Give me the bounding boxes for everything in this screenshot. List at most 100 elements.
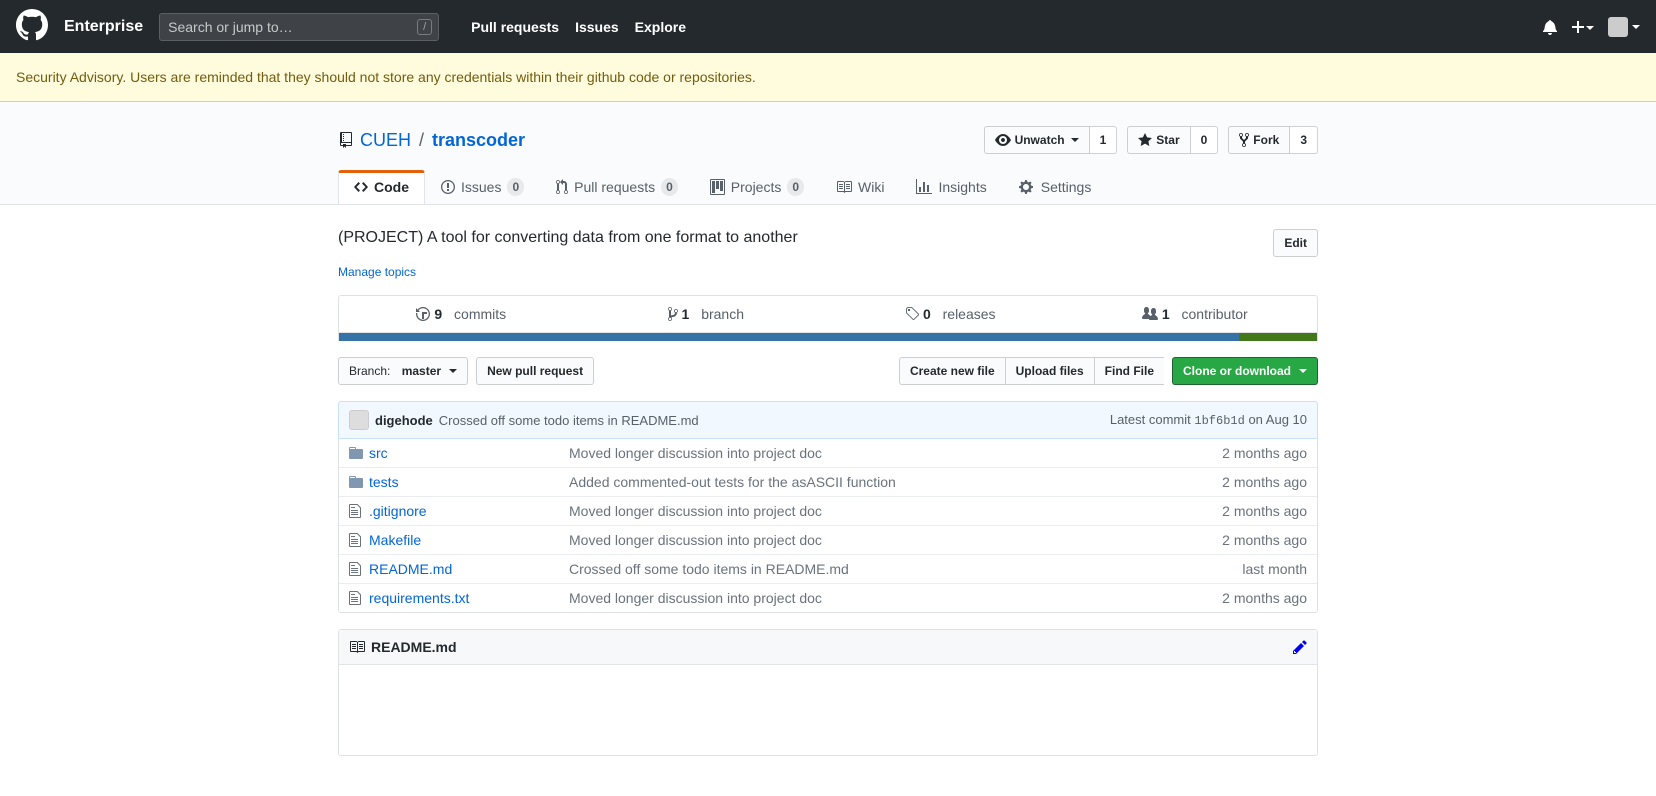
- star-count[interactable]: 0: [1191, 126, 1219, 154]
- repo-nav: Code Issues 0 Pull requests 0 Projects 0…: [338, 170, 1318, 204]
- branches-stat[interactable]: 1 branch: [584, 296, 829, 332]
- star-icon: [1138, 132, 1152, 148]
- file-text-icon: [349, 503, 361, 519]
- avatar: [1608, 17, 1628, 37]
- star-button[interactable]: Star: [1127, 126, 1190, 154]
- table-row: README.md Crossed off some todo items in …: [339, 554, 1317, 583]
- plus-icon: [1572, 19, 1584, 35]
- commits-stat[interactable]: 9 commits: [339, 296, 584, 332]
- repo-owner-link[interactable]: CUEH: [360, 130, 411, 151]
- file-age: 2 months ago: [1222, 503, 1307, 519]
- commit-author[interactable]: digehode: [375, 413, 433, 428]
- table-row: requirements.txt Moved longer discussion …: [339, 583, 1317, 612]
- commit-message[interactable]: Crossed off some todo items in README.md: [439, 413, 699, 428]
- find-file-button[interactable]: Find File: [1094, 357, 1164, 385]
- nav-explore[interactable]: Explore: [635, 19, 686, 35]
- readme-box: README.md: [338, 629, 1318, 756]
- repo-head: CUEH / transcoder Unwatch 1 Star: [0, 102, 1656, 205]
- edit-description-button[interactable]: Edit: [1273, 229, 1318, 257]
- file-text-icon: [349, 590, 361, 606]
- history-icon: [416, 306, 430, 322]
- file-text-icon: [349, 532, 361, 548]
- unwatch-button[interactable]: Unwatch: [984, 126, 1090, 154]
- github-logo[interactable]: [16, 9, 48, 44]
- file-link[interactable]: src: [369, 445, 388, 461]
- commit-author-avatar[interactable]: [349, 410, 369, 430]
- file-commit-message[interactable]: Moved longer discussion into project doc: [569, 503, 1222, 519]
- enterprise-label: Enterprise: [64, 18, 143, 36]
- repo-summary: 9 commits 1 branch 0 releases 1 contribu…: [338, 295, 1318, 333]
- file-text-icon: [349, 561, 361, 577]
- repo-forked-icon: [1239, 132, 1249, 148]
- graph-icon: [916, 179, 932, 195]
- file-commit-message[interactable]: Crossed off some todo items in README.md: [569, 561, 1242, 577]
- git-branch-icon: [668, 306, 678, 322]
- tab-projects[interactable]: Projects 0: [694, 170, 820, 204]
- issue-opened-icon: [441, 179, 455, 195]
- notifications-link[interactable]: [1542, 19, 1558, 35]
- file-link[interactable]: tests: [369, 474, 399, 490]
- commit-sha[interactable]: 1bf6b1d: [1194, 414, 1244, 428]
- file-link[interactable]: requirements.txt: [369, 590, 469, 606]
- table-row: Makefile Moved longer discussion into pro…: [339, 525, 1317, 554]
- releases-stat[interactable]: 0 releases: [828, 296, 1073, 332]
- file-link[interactable]: README.md: [369, 561, 452, 577]
- book-icon: [349, 639, 365, 655]
- readme-content: [339, 665, 1317, 755]
- file-commit-message[interactable]: Moved longer discussion into project doc: [569, 590, 1222, 606]
- language-bar[interactable]: [338, 333, 1318, 341]
- file-age: 2 months ago: [1222, 445, 1307, 461]
- new-pull-request-button[interactable]: New pull request: [476, 357, 594, 385]
- file-tree: src Moved longer discussion into project …: [338, 439, 1318, 613]
- clone-download-button[interactable]: Clone or download: [1172, 357, 1318, 385]
- search-input[interactable]: Search or jump to… /: [159, 13, 439, 41]
- project-icon: [710, 179, 725, 195]
- mark-github-icon: [16, 9, 48, 41]
- security-advisory-banner: Security Advisory. Users are reminded th…: [0, 53, 1656, 102]
- edit-readme-button[interactable]: [1293, 639, 1307, 655]
- file-age: 2 months ago: [1222, 532, 1307, 548]
- repo-title: CUEH / transcoder: [338, 130, 525, 151]
- repo-icon: [338, 132, 354, 148]
- file-commit-message[interactable]: Added commented-out tests for the asASCI…: [569, 474, 1222, 490]
- contributors-stat[interactable]: 1 contributor: [1073, 296, 1318, 332]
- fork-button[interactable]: Fork: [1228, 126, 1290, 154]
- manage-topics-link[interactable]: Manage topics: [338, 265, 416, 279]
- tab-insights[interactable]: Insights: [900, 170, 1002, 204]
- file-directory-icon: [349, 474, 363, 490]
- branch-selector[interactable]: Branch: master: [338, 357, 468, 385]
- table-row: src Moved longer discussion into project …: [339, 439, 1317, 467]
- file-commit-message[interactable]: Moved longer discussion into project doc: [569, 532, 1222, 548]
- file-age: 2 months ago: [1222, 590, 1307, 606]
- user-menu[interactable]: [1608, 17, 1640, 37]
- repo-description: (PROJECT) A tool for converting data fro…: [338, 229, 798, 247]
- search-placeholder: Search or jump to…: [168, 19, 293, 35]
- code-icon: [354, 179, 368, 195]
- file-link[interactable]: .gitignore: [369, 503, 427, 519]
- upload-files-button[interactable]: Upload files: [1005, 357, 1094, 385]
- create-new-dropdown[interactable]: [1572, 19, 1594, 35]
- table-row: tests Added commented-out tests for the a…: [339, 467, 1317, 496]
- file-commit-message[interactable]: Moved longer discussion into project doc: [569, 445, 1222, 461]
- git-pull-request-icon: [556, 179, 568, 195]
- book-icon: [836, 179, 852, 195]
- pencil-icon: [1293, 639, 1307, 655]
- create-new-file-button[interactable]: Create new file: [899, 357, 1005, 385]
- search-slash-hint: /: [417, 19, 432, 35]
- file-link[interactable]: Makefile: [369, 532, 421, 548]
- watch-count[interactable]: 1: [1090, 126, 1118, 154]
- tab-issues[interactable]: Issues 0: [425, 170, 540, 204]
- file-age: 2 months ago: [1222, 474, 1307, 490]
- nav-issues[interactable]: Issues: [575, 19, 619, 35]
- tab-wiki[interactable]: Wiki: [820, 170, 900, 204]
- tab-pull-requests[interactable]: Pull requests 0: [540, 170, 694, 204]
- organization-icon: [1142, 306, 1158, 322]
- table-row: .gitignore Moved longer discussion into p…: [339, 496, 1317, 525]
- repo-name-link[interactable]: transcoder: [432, 130, 525, 150]
- tab-code[interactable]: Code: [338, 170, 425, 204]
- tab-settings[interactable]: Settings: [1003, 170, 1108, 204]
- fork-count[interactable]: 3: [1290, 126, 1318, 154]
- file-age: last month: [1242, 561, 1307, 577]
- nav-pull-requests[interactable]: Pull requests: [471, 19, 559, 35]
- global-header: Enterprise Search or jump to… / Pull req…: [0, 0, 1656, 53]
